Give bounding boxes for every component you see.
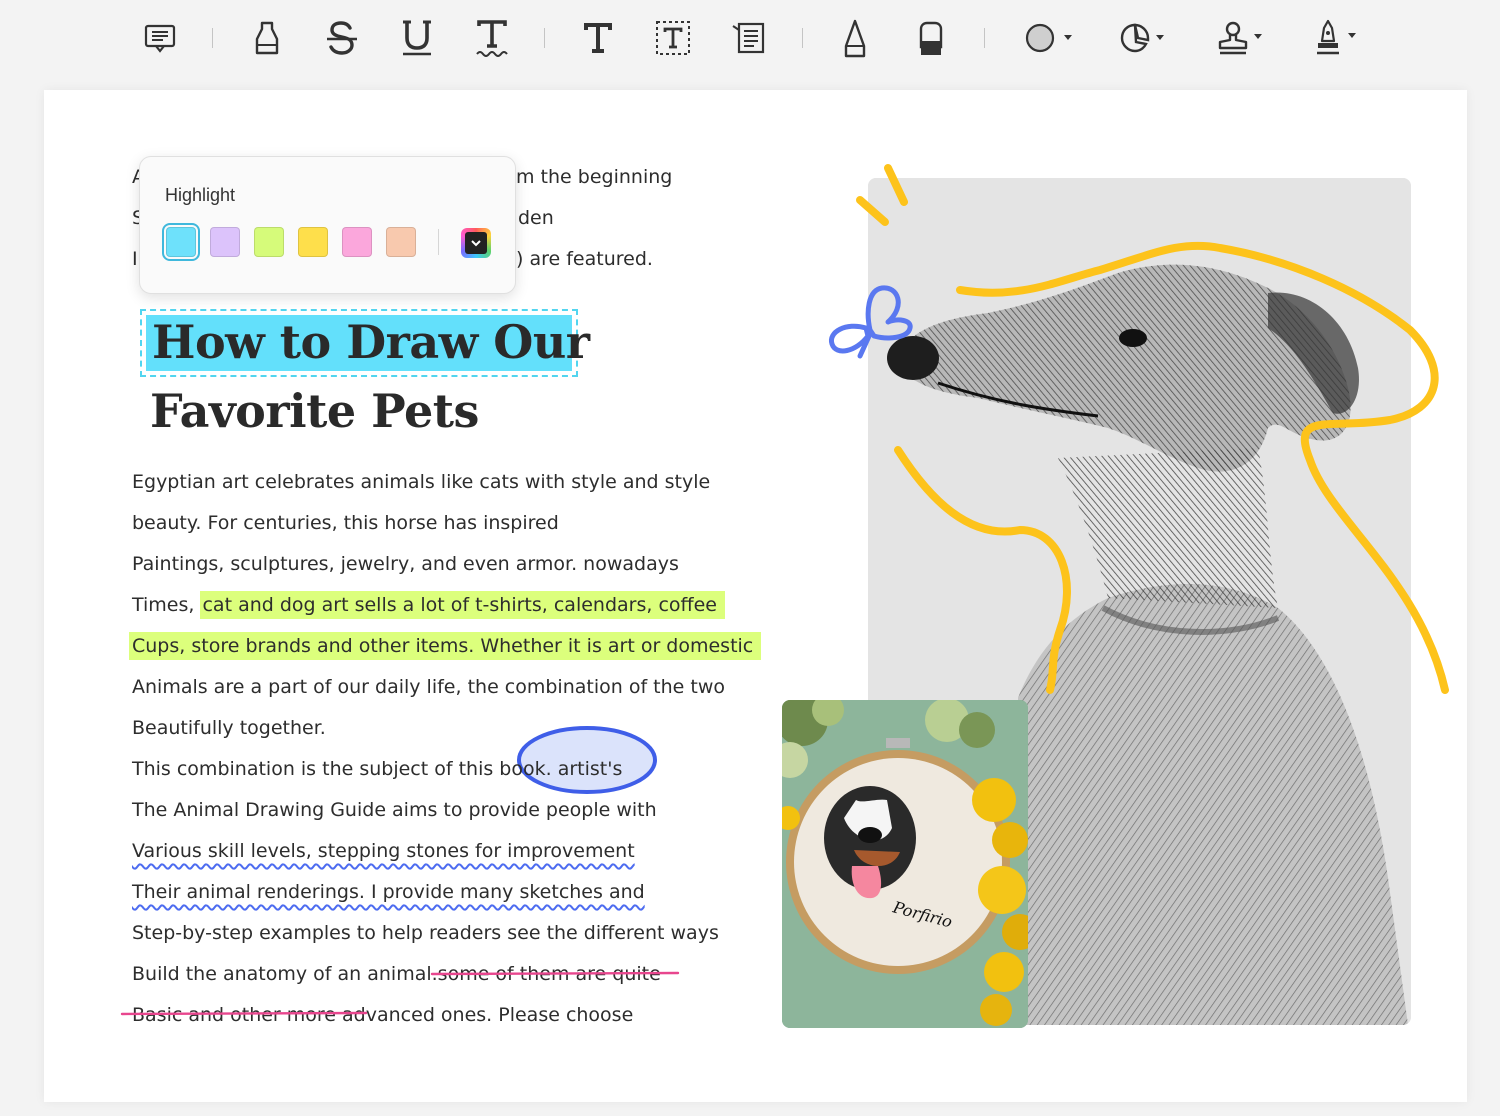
body-text: Times, [132,594,201,616]
body-text: Build the anatomy of an animal. [132,963,438,985]
squiggly-icon[interactable] [473,16,511,60]
body-line: beauty. For centuries, this horse has in… [132,512,559,534]
strikethrough-line [430,971,680,976]
area-highlight-icon[interactable] [1118,16,1172,60]
annotation-toolbar [0,0,1500,78]
toolbar-divider [802,28,803,48]
color-swatch-lavender[interactable] [210,227,240,257]
highlight-color-popup: Highlight [139,156,516,294]
text-line-hidden-right: m the beginning [516,166,673,188]
squiggly-underline[interactable]: Various skill levels, stepping stones fo… [132,840,635,862]
body-line: Their animal renderings. I provide many … [132,880,645,904]
strikethrough-line [120,1011,368,1016]
green-highlight[interactable]: Cups, store brands and other items. Whet… [129,632,762,660]
color-swatch-peach[interactable] [386,227,416,257]
text-line-hidden-left: I [132,248,138,270]
body-line: The Animal Drawing Guide aims to provide… [132,799,657,821]
selected-highlight-annotation[interactable]: How to Draw Our [140,309,590,377]
embroidery-photo: Porfirio [782,700,1028,1028]
popup-title: Highlight [165,185,236,205]
callout-icon[interactable] [729,16,767,60]
textbox-icon[interactable] [654,16,692,60]
custom-color-picker[interactable] [461,228,491,258]
butterfly-doodle [829,285,913,359]
body-line: Cups, store brands and other items. Whet… [129,632,762,660]
body-line: Paintings, sculptures, jewelry, and even… [132,553,679,575]
eraser-icon[interactable] [913,16,949,60]
color-swatch-pink[interactable] [342,227,372,257]
body-line: Egyptian art celebrates animals like cat… [132,471,711,493]
page-title-line2: Favorite Pets [150,384,479,438]
body-line: Beautifully together. [132,717,326,739]
stamp-icon[interactable] [1214,16,1270,60]
text-icon[interactable] [580,16,616,60]
text-line-hidden-right: ) are featured. [516,248,653,270]
body-line: This combination is the subject of this … [132,758,623,780]
yellow-doodle [856,164,1449,694]
toolbar-divider [212,28,213,48]
popup-divider [438,229,439,255]
toolbar-divider [544,28,545,48]
body-line: Animals are a part of our daily life, th… [132,676,726,698]
color-swatch-yellow[interactable] [298,227,328,257]
color-swatch-lime[interactable] [254,227,284,257]
body-line: Step-by-step examples to help readers se… [132,922,719,944]
chevron-down-icon [465,232,487,254]
highlighter-icon[interactable] [249,16,285,60]
signature-icon[interactable] [1312,16,1364,60]
underline-icon[interactable] [398,16,436,60]
body-line: Various skill levels, stepping stones fo… [132,839,635,863]
page-title-line1: How to Draw Our [152,315,590,369]
color-swatch-cyan[interactable] [162,223,200,261]
text-line-hidden-right: den [518,207,554,229]
green-highlight[interactable]: cat and dog art sells a lot of t-shirts,… [200,591,725,619]
toolbar-divider [984,28,985,48]
body-text: vanced ones. Please choose [365,1004,634,1026]
body-line: Times, cat and dog art sells a lot of t-… [132,591,725,619]
comment-icon[interactable] [142,16,178,60]
shape-icon[interactable] [1022,16,1078,60]
strikethrough-icon[interactable] [323,16,361,60]
squiggly-underline[interactable]: Their animal renderings. I provide many … [132,881,645,903]
pencil-icon[interactable] [838,16,872,60]
